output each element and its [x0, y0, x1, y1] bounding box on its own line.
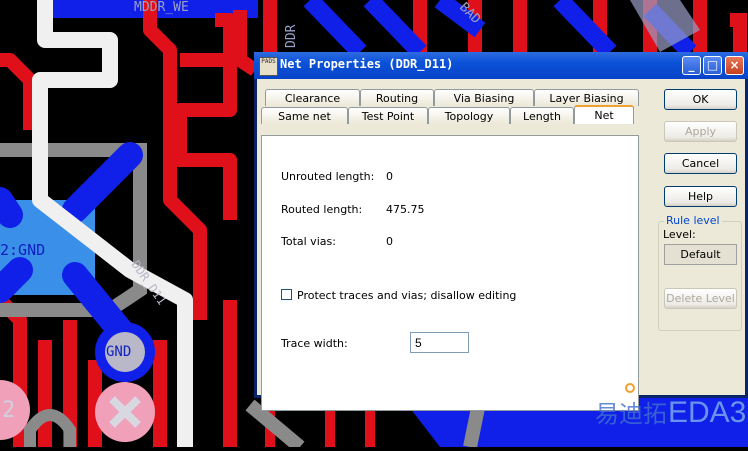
- pcb-label-gnd-via: GND: [106, 344, 132, 360]
- unrouted-length-value: 0: [386, 170, 393, 183]
- rule-level-title: Rule level: [664, 214, 722, 227]
- minimize-button[interactable]: _: [682, 56, 701, 75]
- tab-net[interactable]: Net: [574, 105, 634, 124]
- rule-level-group: Rule level Level: Default Delete Level: [658, 214, 742, 331]
- apply-button[interactable]: Apply: [664, 121, 737, 142]
- tab-via-biasing[interactable]: Via Biasing: [434, 89, 534, 106]
- eda365-watermark: EDA365 易迪拓: [590, 382, 748, 447]
- tab-clearance[interactable]: Clearance: [265, 89, 360, 106]
- tab-topology[interactable]: Topology: [428, 107, 510, 124]
- tab-test-point[interactable]: Test Point: [348, 107, 428, 124]
- tab-length[interactable]: Length: [510, 107, 574, 124]
- trace-width-label: Trace width:: [281, 337, 348, 350]
- pcb-label-num: 2: [2, 398, 16, 423]
- watermark-cn: 易迪拓: [595, 400, 667, 428]
- protect-checkbox[interactable]: [281, 289, 292, 300]
- routed-length-label: Routed length:: [281, 203, 363, 216]
- net-tab-panel: Unrouted length: 0 Routed length: 475.75…: [261, 135, 639, 411]
- protect-checkbox-label[interactable]: Protect traces and vias; disallow editin…: [297, 289, 516, 302]
- total-vias-value: 0: [386, 235, 393, 248]
- unrouted-length-label: Unrouted length:: [281, 170, 375, 183]
- pcb-label-gnd-pad: 2:GND: [0, 241, 46, 259]
- pcb-label-ddr: DDR: [284, 24, 299, 48]
- routed-length-value: 475.75: [386, 203, 425, 216]
- tab-routing[interactable]: Routing: [360, 89, 434, 106]
- tab-same-net[interactable]: Same net: [261, 107, 348, 124]
- level-label: Level:: [663, 228, 696, 241]
- dialog-title: Net Properties (DDR_D11): [280, 57, 454, 71]
- watermark-logo: EDA365 易迪拓: [595, 383, 748, 429]
- help-button[interactable]: Help: [664, 186, 737, 207]
- delete-level-button[interactable]: Delete Level: [664, 288, 737, 309]
- trace-width-input[interactable]: [410, 332, 469, 353]
- dialog-client-area: Clearance Routing Via Biasing Layer Bias…: [257, 79, 745, 411]
- maximize-button[interactable]: □: [703, 56, 722, 75]
- title-bar[interactable]: PADS Net Properties (DDR_D11) _ □ ×: [254, 52, 748, 79]
- level-value: Default: [664, 244, 737, 265]
- net-properties-dialog: PADS Net Properties (DDR_D11) _ □ × Clea…: [254, 52, 748, 411]
- ok-button[interactable]: OK: [664, 89, 737, 110]
- close-button[interactable]: ×: [725, 56, 744, 75]
- pcb-label-mddr-we: MDDR_WE: [134, 0, 189, 15]
- svg-text:EDA365: EDA365: [668, 396, 748, 429]
- watermark-eda365: EDA365: [668, 396, 748, 429]
- pads-app-icon: PADS: [259, 57, 278, 76]
- tab-layer-biasing[interactable]: Layer Biasing: [534, 89, 639, 106]
- svg-text:易迪拓: 易迪拓: [595, 400, 667, 428]
- cancel-button[interactable]: Cancel: [664, 153, 737, 174]
- total-vias-label: Total vias:: [281, 235, 336, 248]
